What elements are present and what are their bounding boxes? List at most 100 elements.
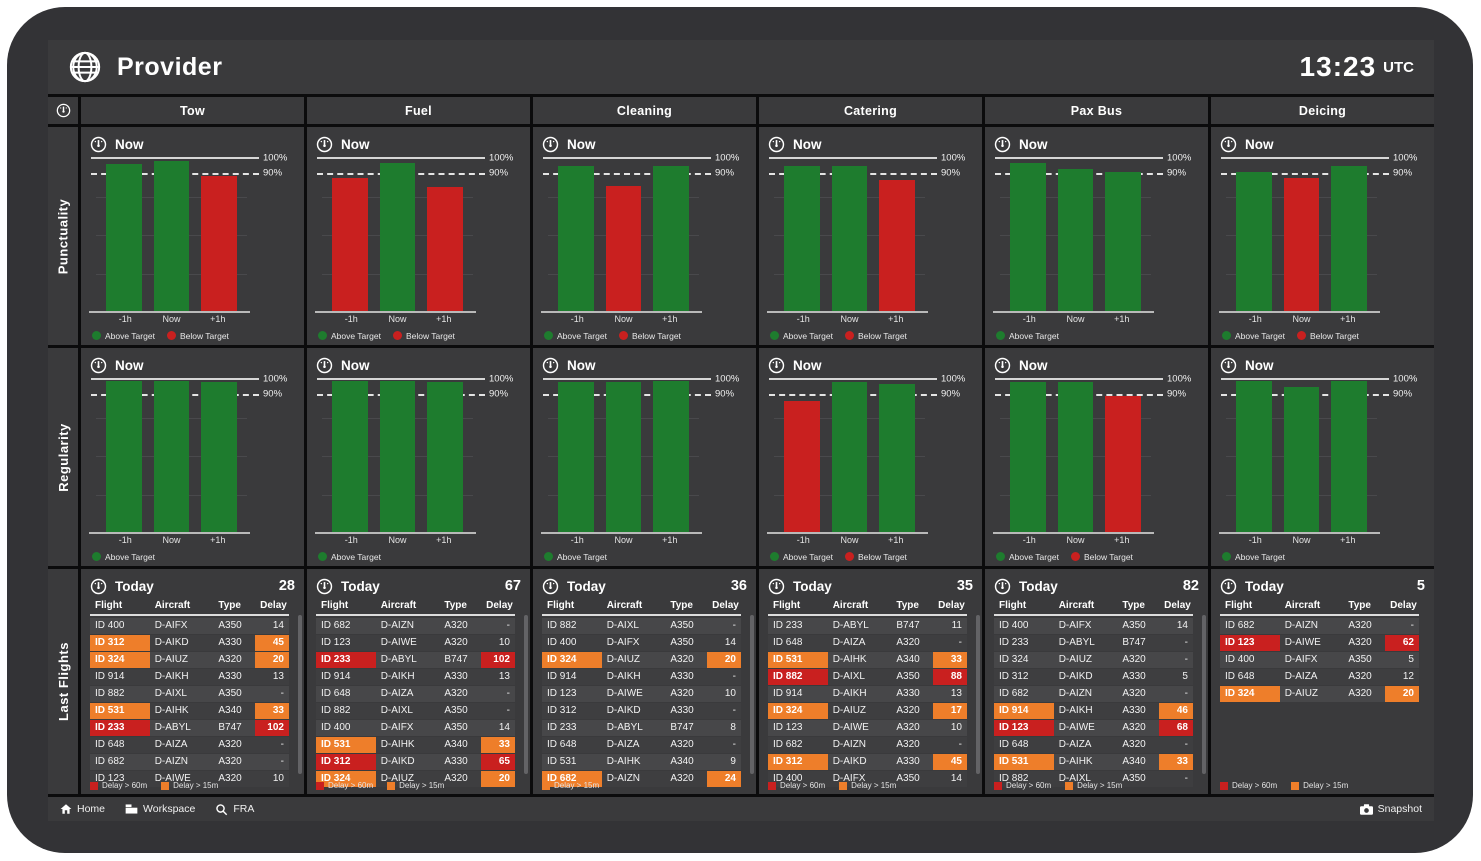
legend-item-below-target: Below Target (1071, 552, 1133, 562)
table-row: ID 324D-AIUZA32020 (1220, 686, 1419, 702)
x-axis-label: Now (832, 314, 867, 328)
aircraft-cell: D-AIFX (1054, 618, 1118, 634)
table-scrollbar[interactable] (1202, 615, 1206, 774)
type-cell: A350 (213, 686, 255, 702)
table-scrollbar[interactable] (750, 615, 754, 774)
orange-square-icon (1291, 782, 1299, 790)
table-row: ID 648D-AIZAA320- (90, 737, 289, 753)
chart-legend: Above TargetBelow Target (994, 549, 1199, 564)
y-axis-label-90: 90% (941, 168, 960, 179)
table-row: ID 648D-AIZAA320- (542, 737, 741, 753)
red-dot-icon (845, 331, 854, 340)
x-axis-labels: -1hNow+1h (1000, 314, 1151, 328)
gauge-icon (1220, 136, 1237, 153)
punctuality-band: Punctuality Now100%90%-1hNow+1hAbove Tar… (48, 127, 1434, 345)
table-row: ID 400D-AIFXA35014 (542, 635, 741, 651)
chart-plot-zone: 100%90%-1hNow+1hAbove TargetBelow Target (994, 375, 1199, 564)
chart-title: Now (90, 134, 295, 154)
flight-id-cell: ID 123 (994, 720, 1054, 736)
bar-now (1284, 387, 1319, 533)
type-cell: A320 (213, 737, 255, 753)
legend-label: Above Target (331, 552, 381, 562)
type-cell: A350 (1343, 652, 1385, 668)
legend-item-above-target: Above Target (544, 331, 607, 341)
green-dot-icon (318, 552, 327, 561)
bar--1h (558, 382, 593, 533)
type-cell: A350 (665, 618, 707, 634)
legend-item-delay-15m: Delay > 15m (161, 781, 218, 790)
chart-title: Now (994, 355, 1199, 375)
type-cell: A320 (665, 737, 707, 753)
legend-label: Below Target (858, 331, 907, 341)
type-cell: A340 (213, 703, 255, 719)
table-row: ID 123D-AIWEA32010 (316, 635, 515, 651)
bar--1h (332, 178, 367, 312)
type-cell: B747 (1117, 635, 1159, 651)
bar-now (832, 382, 867, 533)
regularity-band: Regularity Now100%90%-1hNow+1hAbove Targ… (48, 348, 1434, 566)
y-axis-label-90: 90% (715, 168, 734, 179)
table-row: ID 233D-ABYLB747- (994, 635, 1193, 651)
green-dot-icon (92, 331, 101, 340)
delay-cell: - (707, 618, 741, 634)
camera-icon (1360, 804, 1373, 815)
x-axis-label: +1h (1104, 535, 1139, 549)
bar-+1h (1105, 172, 1140, 312)
chart-title-label: Now (115, 137, 144, 152)
type-cell: A330 (891, 754, 933, 770)
y-axis-label-100: 100% (1167, 153, 1191, 164)
legend-item-below-target: Below Target (167, 331, 229, 341)
flight-id-cell: ID 312 (542, 703, 602, 719)
footer-workspace-button[interactable]: Workspace (125, 803, 195, 815)
footer-station-search[interactable]: FRA (215, 803, 254, 816)
bar-now (1284, 178, 1319, 312)
delay-cell: 88 (933, 669, 967, 685)
footer-home-button[interactable]: Home (60, 803, 105, 815)
flight-count-badge: 82 (1183, 578, 1199, 594)
x-axis-labels: -1hNow+1h (322, 535, 473, 549)
aircraft-cell: D-ABYL (150, 720, 214, 736)
flight-count-badge: 5 (1417, 578, 1425, 594)
bar-group (1000, 379, 1151, 533)
aircraft-cell: D-AIUZ (150, 652, 214, 668)
table-scrollbar[interactable] (524, 615, 528, 774)
legend-item-delay-15m: Delay > 15m (387, 781, 444, 790)
bar-group (1226, 158, 1377, 312)
chart-title-label: Now (341, 358, 370, 373)
chart-plot-zone: 100%90%-1hNow+1hAbove Target (994, 154, 1199, 343)
table-legend: Delay > 60mDelay > 15m (1220, 781, 1348, 790)
aircraft-cell: D-AIKD (1054, 669, 1118, 685)
type-cell: A330 (665, 703, 707, 719)
column-header-flight: Flight (768, 600, 828, 611)
chart-title-label: Now (1019, 137, 1048, 152)
x-axis-labels: -1hNow+1h (322, 314, 473, 328)
table-header-row: FlightAircraftTypeDelay (1220, 597, 1419, 616)
dashboard-frame: Provider 13:23 UTC TowFuelCleaningCateri… (7, 7, 1473, 853)
bar-group (548, 158, 699, 312)
column-header-tow: Tow (81, 97, 304, 124)
flight-id-cell: ID 233 (994, 635, 1054, 651)
delay-cell: - (1159, 635, 1193, 651)
x-axis-label: -1h (560, 535, 595, 549)
aircraft-cell: D-AIZA (150, 737, 214, 753)
table-scrollbar[interactable] (976, 615, 980, 774)
red-square-icon (768, 782, 776, 790)
table-legend: Delay > 15m (542, 781, 599, 790)
table-scrollbar[interactable] (298, 615, 302, 774)
table-row: ID 324D-AIUZA320- (994, 652, 1193, 668)
bar--1h (1236, 381, 1271, 533)
bar-+1h (879, 384, 914, 533)
delay-cell: - (1159, 771, 1193, 787)
type-cell: A320 (439, 771, 481, 787)
x-axis-label: Now (380, 314, 415, 328)
flight-id-cell: ID 123 (316, 635, 376, 651)
flight-id-cell: ID 400 (1220, 652, 1280, 668)
delay-cell: 45 (255, 635, 289, 651)
chart-title-label: Now (1245, 358, 1274, 373)
bar-now (606, 382, 641, 533)
footer-snapshot-button[interactable]: Snapshot (1360, 803, 1422, 815)
catering-regularity-chart: Now100%90%-1hNow+1hAbove TargetBelow Tar… (759, 348, 982, 566)
flight-id-cell: ID 914 (542, 669, 602, 685)
type-cell: A350 (213, 618, 255, 634)
type-cell: A340 (665, 754, 707, 770)
